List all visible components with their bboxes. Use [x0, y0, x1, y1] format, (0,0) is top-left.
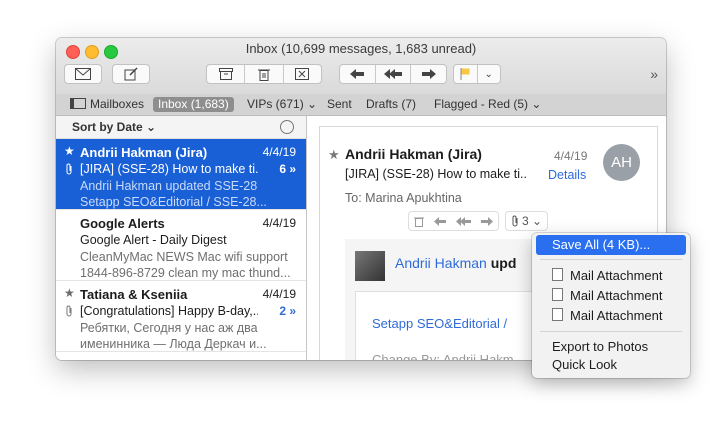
archive-icon	[218, 68, 233, 80]
reply-icon	[350, 69, 365, 79]
compose-button[interactable]	[112, 64, 150, 84]
paperclip-icon	[512, 215, 518, 227]
archive-button[interactable]	[207, 65, 244, 83]
reply-all-button[interactable]	[374, 65, 411, 83]
junk-icon	[295, 68, 310, 80]
chevron-down-icon: ⌄	[484, 68, 493, 80]
forward-icon	[481, 216, 493, 226]
favorite-vips[interactable]: VIPs (671) ⌄	[247, 97, 317, 112]
junk-button[interactable]	[282, 65, 321, 83]
flag-group: ⌄	[453, 64, 501, 84]
message-date: 4/4/19	[262, 216, 296, 230]
reply-all-icon	[456, 216, 471, 226]
favorite-sent[interactable]: Sent	[327, 97, 352, 112]
avatar: AH	[603, 144, 640, 181]
message-date: 4/4/19	[262, 145, 296, 159]
reply-all-icon	[384, 69, 402, 79]
list-item[interactable]: Google Alerts 4/4/19 Google Alert - Dail…	[56, 210, 306, 281]
archive-delete-junk-group	[206, 64, 322, 84]
reader-sender: Andrii Hakman (Jira)	[345, 146, 482, 162]
sort-bar: Sort by Date ⌄	[56, 116, 306, 139]
message-preview: Ребятки, Сегодня у нас аж два именинника …	[80, 321, 267, 351]
favorite-drafts[interactable]: Drafts (7)	[366, 97, 416, 112]
delete-button[interactable]	[244, 65, 282, 83]
thread-count[interactable]: 6 »	[279, 162, 296, 176]
reader-recipient: To: Marina Apukhtina	[345, 191, 462, 205]
favorite-mailboxes[interactable]: Mailboxes	[70, 97, 144, 112]
message-subject: [JIRA] (SSE-28) How to make ti...	[80, 162, 258, 176]
thread-count[interactable]: 2 »	[279, 304, 296, 318]
flag-dropdown[interactable]: ⌄	[476, 65, 501, 83]
reader-subject: [JIRA] (SSE-28) How to make ti...	[345, 167, 527, 181]
trash-icon	[257, 69, 270, 81]
favorite-flagged[interactable]: Flagged - Red (5) ⌄	[434, 97, 541, 112]
message-date: 4/4/19	[262, 287, 296, 301]
menu-separator	[540, 331, 682, 332]
list-item[interactable]: ★ Tatiana & Kseniia 4/4/19 [Congratulati…	[56, 281, 306, 352]
attachments-button[interactable]: 3 ⌄	[506, 212, 547, 230]
forward-button[interactable]	[476, 212, 498, 230]
forward-button[interactable]	[410, 65, 446, 83]
attachment-menu-item[interactable]: Mail Attachment	[536, 286, 686, 306]
flag-icon	[460, 68, 470, 80]
reply-forward-group	[339, 64, 447, 84]
message-list: Sort by Date ⌄ ★ Andrii Hakman (Jira) 4/…	[56, 116, 307, 360]
details-link[interactable]: Details	[548, 168, 586, 182]
save-all-menu-item[interactable]: Save All (4 KB)...	[536, 235, 686, 255]
sidebar-icon	[70, 98, 86, 109]
star-icon: ★	[328, 147, 340, 162]
message-actions: 3 ⌄	[408, 211, 554, 231]
forward-icon	[421, 69, 436, 79]
sort-by-date-menu[interactable]: Sort by Date ⌄	[72, 120, 156, 134]
favorite-inbox[interactable]: Inbox (1,683)	[153, 97, 234, 112]
reply-all-button[interactable]	[451, 212, 476, 230]
message-subject: Google Alert - Daily Digest	[80, 233, 227, 247]
file-icon	[552, 308, 563, 321]
new-note-icon	[124, 67, 138, 81]
star-icon: ★	[64, 144, 75, 158]
menu-separator	[540, 259, 682, 260]
body-sender-line: Andrii Hakman upd	[395, 255, 517, 271]
attachments-menu: Save All (4 KB)... Mail Attachment Mail …	[532, 233, 690, 378]
change-by-text: Change By: Andrii Hakm	[372, 352, 514, 360]
attachment-menu-item[interactable]: Mail Attachment	[536, 266, 686, 286]
message-subject: [Congratulations] Happy B-day,...	[80, 304, 258, 318]
compose-mail-icon	[75, 68, 91, 80]
trash-icon	[414, 217, 424, 227]
reply-button[interactable]	[340, 65, 375, 83]
sender-photo	[355, 251, 385, 281]
quick-look-menu-item[interactable]: Quick Look	[536, 355, 686, 375]
filter-icon[interactable]	[280, 120, 294, 134]
reader-date: 4/4/19	[554, 149, 588, 163]
toolbar-overflow[interactable]: »	[650, 66, 658, 82]
attachment-count: 3 ⌄	[522, 214, 543, 228]
message-preview: CleanMyMac NEWS Mac wifi support 1844-896…	[80, 250, 291, 280]
message-preview: Andrii Hakman updated SSE-28 Setapp SEO&E…	[80, 179, 267, 209]
export-to-photos-menu-item[interactable]: Export to Photos	[536, 337, 686, 357]
delete-button[interactable]	[409, 212, 429, 230]
file-icon	[552, 268, 563, 281]
project-link[interactable]: Setapp SEO&Editorial /	[372, 316, 507, 331]
paperclip-icon	[65, 163, 73, 178]
get-mail-button[interactable]	[64, 64, 102, 84]
list-item[interactable]: ★ Andrii Hakman (Jira) 4/4/19 [JIRA] (SS…	[56, 139, 306, 210]
reply-button[interactable]	[429, 212, 451, 230]
star-icon: ★	[64, 286, 75, 300]
file-icon	[552, 288, 563, 301]
paperclip-icon	[65, 305, 73, 320]
attachment-menu-item[interactable]: Mail Attachment	[536, 306, 686, 326]
body-sender-link[interactable]: Andrii Hakman	[395, 255, 487, 271]
flag-button[interactable]	[454, 65, 477, 83]
favorites-bar: Mailboxes Inbox (1,683) VIPs (671) ⌄ Sen…	[56, 94, 666, 116]
toolbar: Inbox (10,699 messages, 1,683 unread) ⌄ …	[56, 38, 666, 95]
window-title: Inbox (10,699 messages, 1,683 unread)	[245, 41, 477, 56]
reply-icon	[434, 216, 446, 226]
